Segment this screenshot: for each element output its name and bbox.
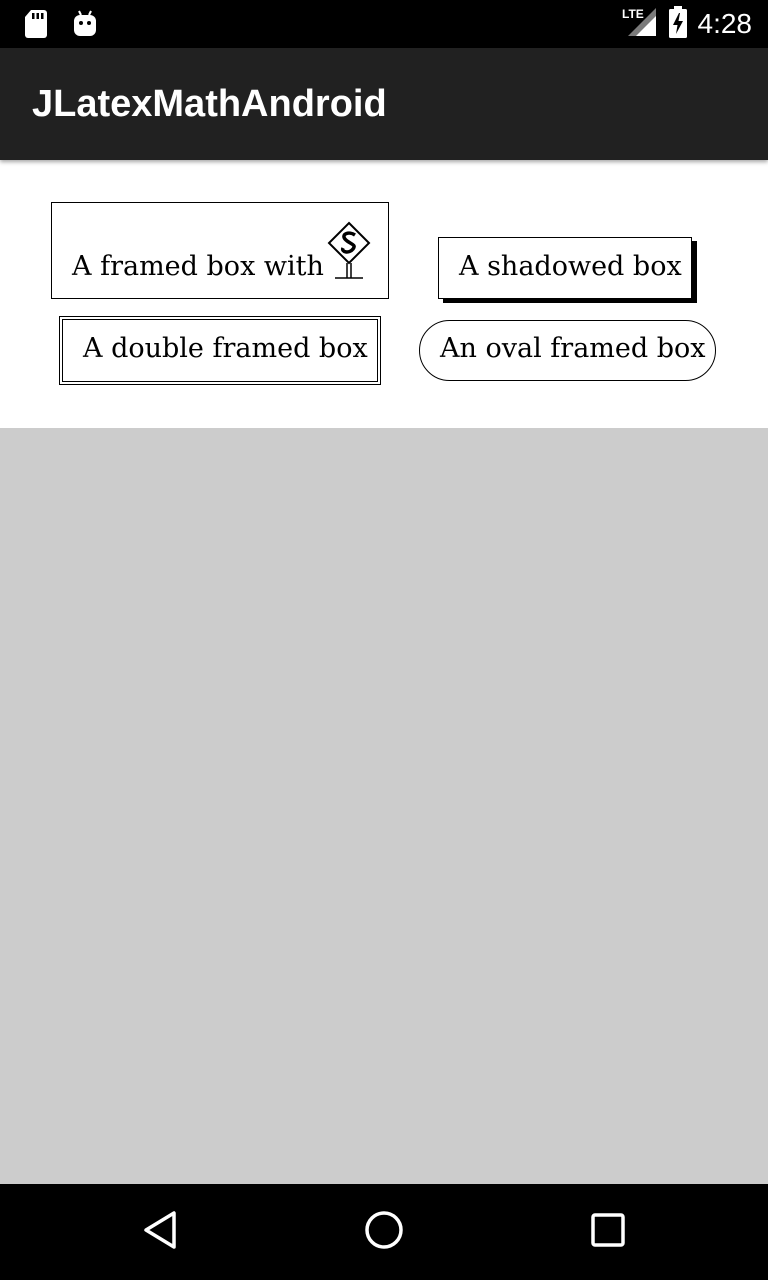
navigation-bar	[0, 1184, 768, 1280]
sd-card-icon	[24, 10, 48, 42]
double-framed-box: A double framed box	[59, 316, 381, 385]
recents-button[interactable]	[584, 1208, 632, 1256]
app-title: JLatexMathAndroid	[32, 83, 387, 125]
app-bar: JLatexMathAndroid	[0, 48, 768, 160]
svg-text:LTE: LTE	[622, 7, 644, 21]
home-button[interactable]	[360, 1208, 408, 1256]
notification-icons	[24, 10, 98, 42]
shadowed-box-text: A shadowed box	[459, 251, 682, 282]
recents-icon	[590, 1212, 626, 1252]
back-button[interactable]	[136, 1208, 184, 1256]
shadowed-box: A shadowed box	[438, 237, 692, 299]
system-icons: LTE 4:28	[622, 6, 753, 42]
framed-box-text: A framed box with	[72, 251, 324, 282]
oval-framed-box-text: An oval framed box	[440, 333, 706, 364]
home-icon	[364, 1210, 404, 1254]
status-bar: LTE 4:28	[0, 0, 768, 48]
android-icon	[72, 10, 98, 42]
oval-framed-box: An oval framed box	[419, 320, 716, 381]
clock: 4:28	[697, 8, 753, 39]
battery-charging-icon	[668, 6, 688, 42]
double-framed-box-text: A double framed box	[83, 333, 368, 364]
latex-view: A framed box with A shadowed box A doubl…	[0, 160, 768, 428]
lte-signal-icon: LTE	[622, 6, 658, 42]
dangerous-bend-sign-icon	[327, 221, 371, 281]
back-icon	[142, 1210, 178, 1254]
framed-box: A framed box with	[51, 202, 389, 299]
